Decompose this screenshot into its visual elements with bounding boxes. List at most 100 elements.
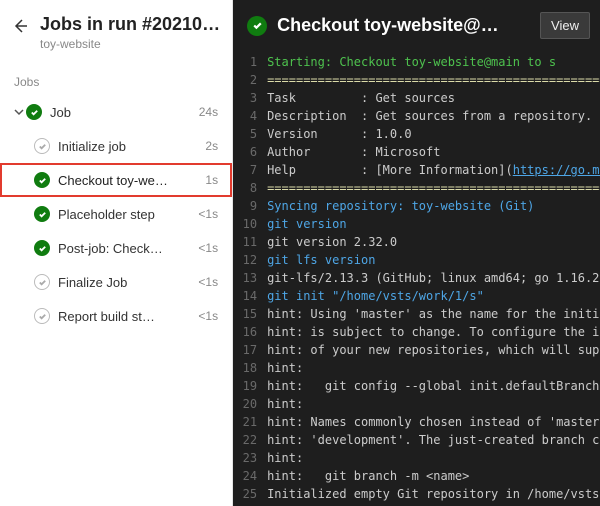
line-text: Help : [More Information](https://go.mic…: [267, 161, 600, 179]
line-number: 11: [239, 233, 267, 251]
line-number: 25: [239, 485, 267, 503]
log-line: 5Version : 1.0.0: [239, 125, 600, 143]
log-line: 17hint: of your new repositories, which …: [239, 341, 600, 359]
log-line: 25Initialized empty Git repository in /h…: [239, 485, 600, 503]
step-row[interactable]: Post-job: Check…<1s: [0, 231, 232, 265]
line-number: 16: [239, 323, 267, 341]
line-text: ========================================…: [267, 179, 600, 197]
line-text: ========================================…: [267, 71, 600, 89]
link[interactable]: https://go.micros: [513, 163, 600, 177]
line-number: 3: [239, 89, 267, 107]
line-number: 21: [239, 413, 267, 431]
line-text: git lfs version: [267, 251, 375, 269]
line-text: Initialized empty Git repository in /hom…: [267, 485, 600, 503]
log-line: 1Starting: Checkout toy-website@main to …: [239, 53, 600, 71]
line-number: 20: [239, 395, 267, 413]
line-text: hint:: [267, 359, 303, 377]
status-success-icon: [34, 240, 50, 256]
status-done-icon: [34, 274, 50, 290]
log-line: 13git-lfs/2.13.3 (GitHub; linux amd64; g…: [239, 269, 600, 287]
line-number: 8: [239, 179, 267, 197]
step-duration: <1s: [198, 275, 218, 289]
step-label: Report build st…: [58, 309, 198, 324]
header-titles: Jobs in run #20210… toy-website: [40, 14, 220, 51]
log-line: 12git lfs version: [239, 251, 600, 269]
step-duration: <1s: [198, 207, 218, 221]
line-number: 15: [239, 305, 267, 323]
log-line: 15hint: Using 'master' as the name for t…: [239, 305, 600, 323]
log-line: 9Syncing repository: toy-website (Git): [239, 197, 600, 215]
step-label: Placeholder step: [58, 207, 198, 222]
line-text: hint:: [267, 395, 303, 413]
status-done-icon: [34, 138, 50, 154]
job-label: Job: [50, 105, 199, 120]
step-row[interactable]: Report build st…<1s: [0, 299, 232, 333]
line-text: Syncing repository: toy-website (Git): [267, 197, 534, 215]
step-title: Checkout toy-website@…: [277, 15, 530, 36]
line-text: hint: git branch -m <name>: [267, 467, 469, 485]
log-line: 6Author : Microsoft: [239, 143, 600, 161]
step-row[interactable]: Checkout toy-we…1s: [0, 163, 232, 197]
step-row[interactable]: Placeholder step<1s: [0, 197, 232, 231]
log-line: 18hint:: [239, 359, 600, 377]
line-number: 13: [239, 269, 267, 287]
line-text: hint: is subject to change. To configure…: [267, 323, 600, 341]
line-text: hint: Using 'master' as the name for the…: [267, 305, 600, 323]
line-text: Author : Microsoft: [267, 143, 440, 161]
line-text: hint: of your new repositories, which wi…: [267, 341, 600, 359]
line-number: 18: [239, 359, 267, 377]
line-text: hint: 'development'. The just-created br…: [267, 431, 600, 449]
repo-subtitle: toy-website: [40, 37, 220, 51]
log-line: 11git version 2.32.0: [239, 233, 600, 251]
log-panel: Checkout toy-website@… View 1Starting: C…: [233, 0, 600, 506]
step-row[interactable]: Finalize Job<1s: [0, 265, 232, 299]
line-number: 14: [239, 287, 267, 305]
line-number: 10: [239, 215, 267, 233]
line-number: 7: [239, 161, 267, 179]
step-label: Post-job: Check…: [58, 241, 198, 256]
status-success-icon: [26, 104, 42, 120]
job-row-root[interactable]: Job 24s: [0, 95, 232, 129]
line-number: 12: [239, 251, 267, 269]
step-duration: <1s: [198, 309, 218, 323]
line-text: git version: [267, 215, 346, 233]
log-line: 10git version: [239, 215, 600, 233]
step-duration: 2s: [205, 139, 218, 153]
job-duration: 24s: [199, 105, 218, 119]
log-line: 4Description : Get sources from a reposi…: [239, 107, 600, 125]
line-text: Description : Get sources from a reposit…: [267, 107, 600, 125]
step-row[interactable]: Initialize job2s: [0, 129, 232, 163]
line-number: 9: [239, 197, 267, 215]
log-output[interactable]: 1Starting: Checkout toy-website@main to …: [233, 53, 600, 506]
status-success-icon: [34, 172, 50, 188]
step-duration: 1s: [205, 173, 218, 187]
log-line: 14git init "/home/vsts/work/1/s": [239, 287, 600, 305]
jobs-panel: Jobs in run #20210… toy-website Jobs Job…: [0, 0, 233, 506]
line-number: 1: [239, 53, 267, 71]
line-text: git-lfs/2.13.3 (GitHub; linux amd64; go …: [267, 269, 600, 287]
line-number: 23: [239, 449, 267, 467]
log-line: 8=======================================…: [239, 179, 600, 197]
line-text: hint:: [267, 449, 303, 467]
line-number: 19: [239, 377, 267, 395]
log-line: 24hint: git branch -m <name>: [239, 467, 600, 485]
back-button[interactable]: [12, 18, 28, 39]
status-success-icon: [34, 206, 50, 222]
run-title: Jobs in run #20210…: [40, 14, 220, 35]
log-line: 23hint:: [239, 449, 600, 467]
status-success-icon: [247, 16, 267, 36]
log-header: Checkout toy-website@… View: [233, 0, 600, 53]
step-label: Initialize job: [58, 139, 205, 154]
step-label: Checkout toy-we…: [58, 173, 205, 188]
view-button[interactable]: View: [540, 12, 590, 39]
steps-list: Initialize job2sCheckout toy-we…1sPlaceh…: [0, 129, 232, 333]
line-number: 6: [239, 143, 267, 161]
line-number: 17: [239, 341, 267, 359]
line-text: git version 2.32.0: [267, 233, 397, 251]
chevron-down-icon: [12, 107, 26, 117]
log-line: 20hint:: [239, 395, 600, 413]
log-line: 7Help : [More Information](https://go.mi…: [239, 161, 600, 179]
jobs-section-label: Jobs: [0, 57, 232, 95]
log-line: 21hint: Names commonly chosen instead of…: [239, 413, 600, 431]
line-text: hint: Names commonly chosen instead of '…: [267, 413, 600, 431]
